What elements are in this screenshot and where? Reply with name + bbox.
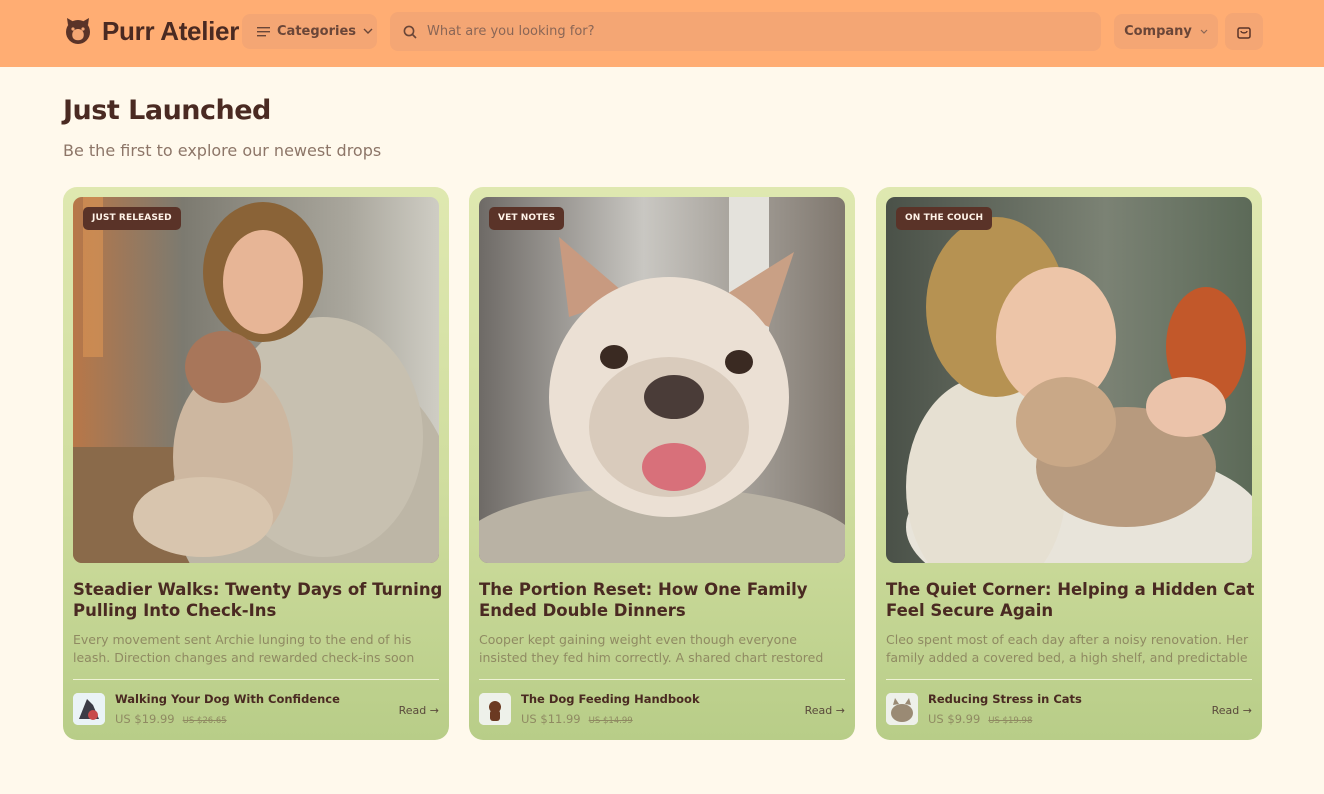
product-thumbnail[interactable] bbox=[886, 693, 918, 725]
woman-with-cat-photo bbox=[886, 197, 1252, 563]
product-price: US $11.99 bbox=[521, 712, 581, 726]
article-description: Cooper kept gaining weight even though e… bbox=[479, 632, 824, 669]
book-cover-image bbox=[886, 693, 918, 725]
article-title[interactable]: Steadier Walks: Twenty Days of Turning P… bbox=[73, 579, 443, 621]
article-description: Cleo spent most of each day after a nois… bbox=[886, 632, 1249, 665]
cat-face-logo-icon bbox=[66, 18, 90, 44]
article-title[interactable]: The Quiet Corner: Helping a Hidden Cat F… bbox=[886, 579, 1256, 621]
read-link[interactable]: Read → bbox=[399, 704, 439, 717]
article-description: Every movement sent Archie lunging to th… bbox=[73, 632, 415, 669]
article-card[interactable]: VET NOTES The Portion Reset: How One Fam… bbox=[469, 187, 855, 740]
product-price: US $19.99 bbox=[115, 712, 175, 726]
article-photo[interactable]: ON THE COUCH bbox=[886, 197, 1252, 563]
section-subtitle: Be the first to explore our newest drops bbox=[63, 141, 382, 160]
company-label: Company bbox=[1124, 24, 1192, 39]
chevron-down-icon bbox=[1200, 29, 1208, 34]
section-title: Just Launched bbox=[63, 95, 271, 126]
article-photo[interactable]: VET NOTES bbox=[479, 197, 845, 563]
french-bulldog-photo bbox=[479, 197, 845, 563]
product-name[interactable]: The Dog Feeding Handbook bbox=[521, 692, 700, 706]
cart-button[interactable] bbox=[1225, 13, 1263, 50]
product-price-row: US $9.99 US $19.98 bbox=[928, 712, 1032, 726]
menu-lines-icon bbox=[257, 27, 270, 37]
categories-label: Categories bbox=[277, 24, 357, 39]
article-card[interactable]: ON THE COUCH The Quiet Corner: Helping a… bbox=[876, 187, 1262, 740]
read-link[interactable]: Read → bbox=[805, 704, 845, 717]
product-name[interactable]: Walking Your Dog With Confidence bbox=[115, 692, 340, 706]
product-price: US $9.99 bbox=[928, 712, 981, 726]
article-badge: VET NOTES bbox=[489, 207, 565, 230]
chevron-down-icon bbox=[363, 28, 373, 34]
brand-name: Purr Atelier bbox=[102, 15, 240, 46]
article-badge: JUST RELEASED bbox=[83, 207, 181, 230]
read-link[interactable]: Read → bbox=[1212, 704, 1252, 717]
brand-logo[interactable]: Purr Atelier bbox=[64, 15, 239, 47]
product-name[interactable]: Reducing Stress in Cats bbox=[928, 692, 1082, 706]
divider bbox=[73, 679, 439, 680]
article-badge: ON THE COUCH bbox=[896, 207, 993, 230]
categories-button[interactable]: Categories bbox=[242, 14, 377, 49]
search-icon bbox=[403, 25, 417, 39]
article-title[interactable]: The Portion Reset: How One Family Ended … bbox=[479, 579, 849, 621]
product-price-row: US $11.99 US $14.99 bbox=[521, 712, 633, 726]
article-card[interactable]: JUST RELEASED Steadier Walks: Twenty Day… bbox=[63, 187, 449, 740]
divider bbox=[479, 679, 845, 680]
search-input[interactable] bbox=[427, 24, 1067, 39]
article-photo[interactable]: JUST RELEASED bbox=[73, 197, 439, 563]
product-thumbnail[interactable] bbox=[479, 693, 511, 725]
product-old-price: US $26.65 bbox=[182, 716, 227, 726]
company-menu-button[interactable]: Company bbox=[1114, 14, 1218, 49]
product-old-price: US $19.98 bbox=[988, 716, 1033, 726]
product-old-price: US $14.99 bbox=[588, 716, 633, 726]
product-price-row: US $19.99 US $26.65 bbox=[115, 712, 227, 726]
book-cover-image bbox=[479, 693, 511, 725]
top-nav-bar: Purr Atelier Categories Company bbox=[0, 0, 1324, 67]
product-thumbnail[interactable] bbox=[73, 693, 105, 725]
book-cover-image bbox=[73, 693, 105, 725]
shopping-bag-icon bbox=[1237, 26, 1251, 39]
divider bbox=[886, 679, 1252, 680]
search-bar bbox=[390, 12, 1101, 51]
woman-with-dog-photo bbox=[73, 197, 439, 563]
